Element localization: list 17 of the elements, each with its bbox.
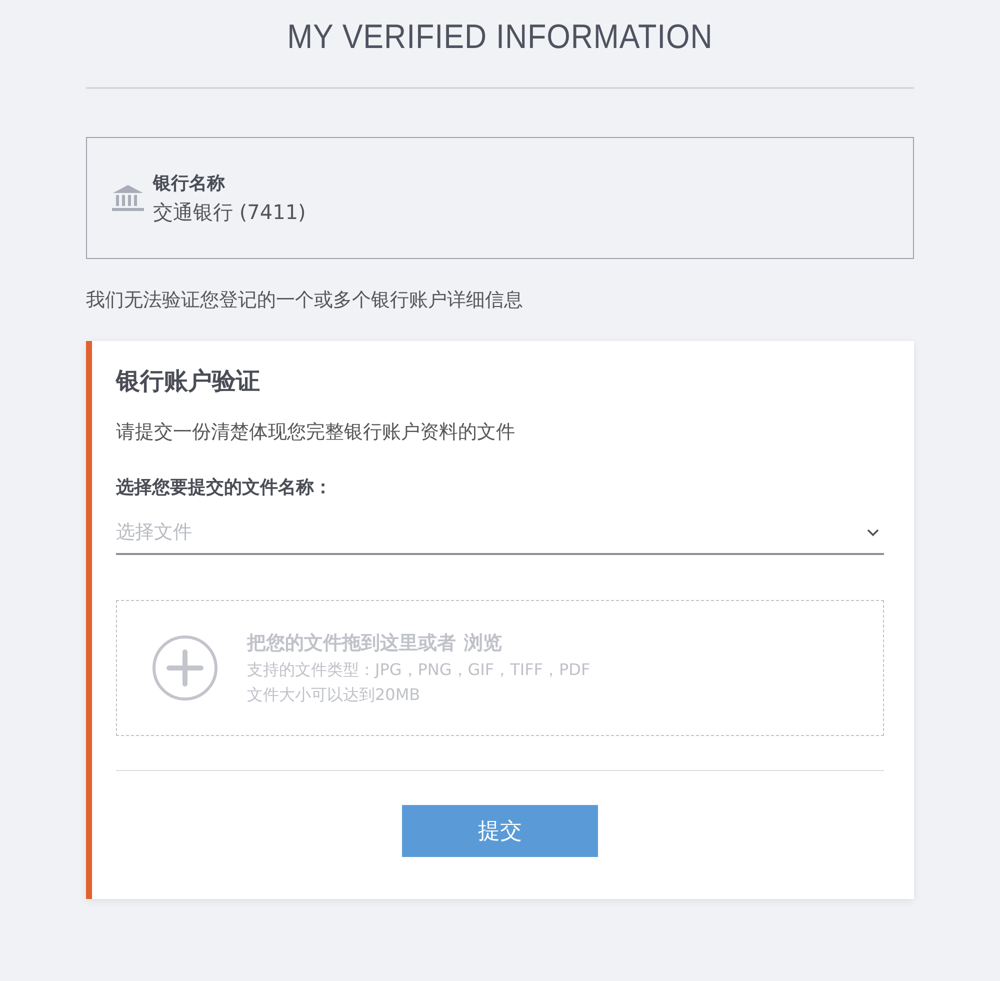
bank-label: 银行名称 bbox=[153, 172, 226, 194]
file-select[interactable]: 选择文件 bbox=[116, 519, 884, 555]
drop-instruction: 把您的文件拖到这里或者 bbox=[247, 631, 456, 656]
plus-circle-icon bbox=[151, 634, 219, 702]
file-types-text: 支持的文件类型：JPG，PNG，GIF，TIFF，PDF bbox=[247, 660, 590, 681]
bank-value: 交通银行 (7411) bbox=[153, 198, 306, 226]
card-title: 银行账户验证 bbox=[116, 366, 261, 397]
file-size-text: 文件大小可以达到20MB bbox=[247, 685, 422, 706]
page-title: MY VERIFIED INFORMATION bbox=[286, 18, 714, 57]
select-label: 选择您要提交的文件名称： bbox=[116, 476, 333, 499]
notice-text: 我们无法验证您登记的一个或多个银行账户详细信息 bbox=[86, 288, 524, 313]
bank-icon bbox=[111, 183, 145, 213]
card-description: 请提交一份清楚体现您完整银行账户资料的文件 bbox=[116, 420, 516, 445]
browse-link[interactable]: 浏览 bbox=[464, 630, 502, 656]
chevron-down-icon bbox=[866, 527, 880, 537]
submit-button[interactable]: 提交 bbox=[402, 805, 598, 857]
drop-zone[interactable]: 把您的文件拖到这里或者 浏览 支持的文件类型：JPG，PNG，GIF，TIFF，PDF 文件大小可以达到20MB bbox=[116, 600, 884, 736]
